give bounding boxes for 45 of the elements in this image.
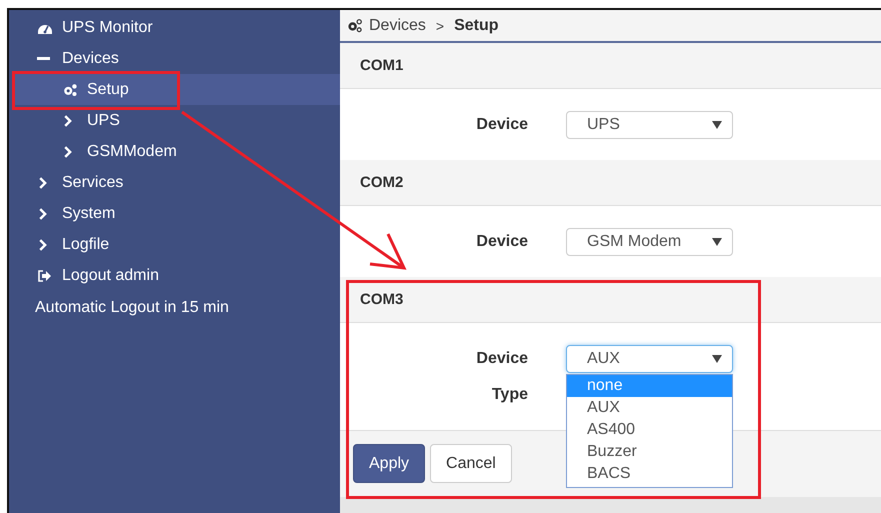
nav-item[interactable]: Devices bbox=[12, 43, 340, 74]
section-title: COM3 bbox=[360, 291, 404, 308]
dropdown-option[interactable]: AS400 bbox=[567, 419, 732, 441]
nav-item[interactable]: GSMModem bbox=[12, 136, 340, 167]
nav-label: Logout admin bbox=[62, 266, 159, 284]
nav-label: Setup bbox=[87, 80, 129, 98]
minus-icon bbox=[37, 57, 50, 60]
breadcrumb-current: Setup bbox=[454, 16, 499, 34]
nav-item[interactable]: Logfile bbox=[12, 229, 340, 260]
nav-item[interactable]: Services bbox=[12, 167, 340, 198]
nav-item[interactable]: System bbox=[12, 198, 340, 229]
dropdown-option[interactable]: Buzzer bbox=[567, 441, 732, 463]
dropdown-option[interactable]: AUX bbox=[567, 397, 732, 419]
field-label: Device bbox=[475, 233, 528, 251]
apply-button[interactable]: Apply bbox=[353, 444, 426, 483]
breadcrumb-link[interactable]: Devices bbox=[369, 16, 426, 34]
device-select[interactable]: GSM Modem bbox=[566, 228, 733, 256]
section-title: COM2 bbox=[360, 174, 404, 191]
device-select[interactable]: AUX bbox=[566, 345, 733, 373]
cancel-button[interactable]: Cancel bbox=[430, 444, 512, 483]
device-select[interactable]: UPS bbox=[566, 111, 733, 139]
nav-label: Logfile bbox=[62, 236, 110, 254]
nav-label: Devices bbox=[62, 50, 119, 68]
nav-item[interactable]: Setup bbox=[12, 74, 340, 105]
gears-icon bbox=[62, 82, 78, 98]
logout-icon bbox=[37, 268, 53, 284]
section-title: COM1 bbox=[360, 57, 404, 74]
nav-label: GSMModem bbox=[87, 142, 177, 160]
nav-label: Services bbox=[62, 174, 124, 192]
nav-item[interactable]: Logout admin bbox=[12, 260, 340, 291]
dropdown-option[interactable]: BACS bbox=[567, 463, 732, 485]
nav-label: UPS bbox=[87, 112, 120, 130]
field-label: Device bbox=[475, 350, 528, 368]
breadcrumb-separator: > bbox=[436, 18, 444, 34]
field-label: Device bbox=[475, 116, 528, 134]
nav-label: System bbox=[62, 204, 116, 222]
caret-icon bbox=[712, 238, 722, 246]
field-label: Type bbox=[490, 386, 528, 404]
caret-icon bbox=[712, 355, 722, 363]
nav-label: UPS Monitor bbox=[62, 18, 153, 36]
nav-item[interactable]: UPS bbox=[12, 105, 340, 136]
logout-timer-text: Automatic Logout in 15 min bbox=[34, 298, 230, 317]
nav-item[interactable]: UPS Monitor bbox=[12, 12, 340, 43]
gears-icon bbox=[346, 18, 363, 33]
caret-icon bbox=[712, 121, 722, 129]
